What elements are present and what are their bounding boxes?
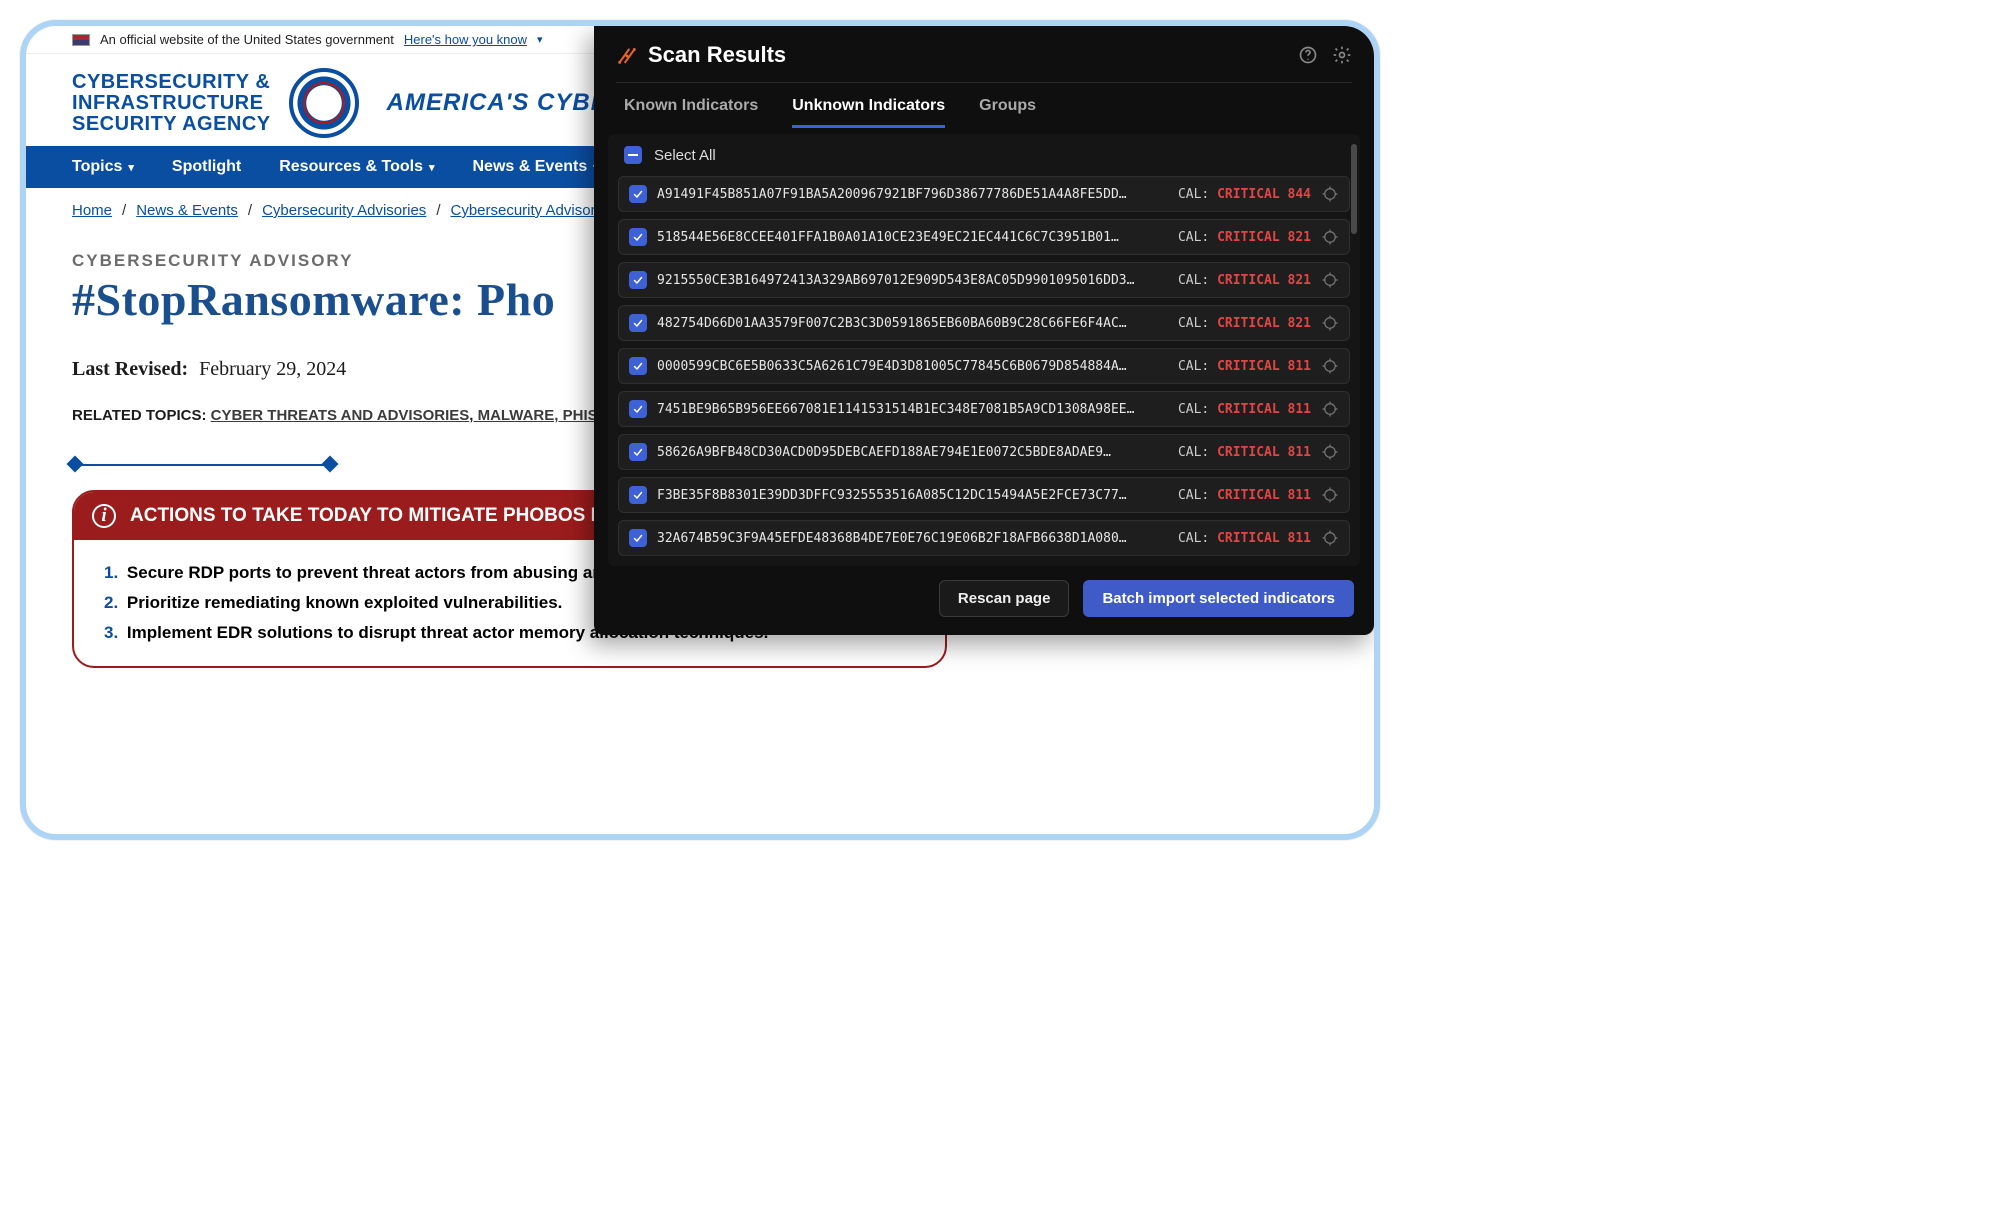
cal-score: CAL: CRITICAL 821 — [1178, 273, 1311, 288]
indicator-row[interactable]: 32A674B59C3F9A45EFDE48368B4DE7E0E76C19E0… — [618, 520, 1350, 556]
indicator-row[interactable]: A91491F45B851A07F91BA5A200967921BF796D38… — [618, 176, 1350, 212]
cal-score: CAL: CRITICAL 811 — [1178, 531, 1311, 546]
indicator-hash: F3BE35F8B8301E39DD3DFFC9325553516A085C12… — [657, 488, 1168, 503]
select-all-label: Select All — [654, 147, 716, 164]
indicator-hash: 0000599CBC6E5B0633C5A6261C79E4D3D81005C7… — [657, 359, 1168, 374]
gov-banner-text: An official website of the United States… — [100, 32, 394, 47]
cal-score: CAL: CRITICAL 844 — [1178, 187, 1311, 202]
crosshair-icon[interactable] — [1321, 443, 1339, 461]
cal-score: CAL: CRITICAL 811 — [1178, 402, 1311, 417]
row-checkbox[interactable] — [629, 271, 647, 289]
row-checkbox[interactable] — [629, 486, 647, 504]
nav-item-spotlight[interactable]: Spotlight — [172, 158, 241, 176]
gear-icon[interactable] — [1332, 45, 1352, 65]
cisa-seal-icon — [289, 68, 359, 138]
indicator-hash: 482754D66D01AA3579F007C2B3C3D0591865EB60… — [657, 316, 1168, 331]
indicator-row[interactable]: F3BE35F8B8301E39DD3DFFC9325553516A085C12… — [618, 477, 1350, 513]
cal-score: CAL: CRITICAL 811 — [1178, 488, 1311, 503]
row-checkbox[interactable] — [629, 185, 647, 203]
indicator-hash: 32A674B59C3F9A45EFDE48368B4DE7E0E76C19E0… — [657, 531, 1168, 546]
row-checkbox[interactable] — [629, 228, 647, 246]
row-checkbox[interactable] — [629, 400, 647, 418]
crosshair-icon[interactable] — [1321, 357, 1339, 375]
us-flag-icon — [72, 34, 90, 46]
scrollbar-thumb[interactable] — [1351, 144, 1357, 234]
row-checkbox[interactable] — [629, 443, 647, 461]
rescan-button[interactable]: Rescan page — [939, 580, 1070, 617]
scan-results-panel: Scan Results Known Indicators Unknown Ind… — [594, 26, 1374, 635]
cal-score: CAL: CRITICAL 811 — [1178, 445, 1311, 460]
crosshair-icon[interactable] — [1321, 486, 1339, 504]
breadcrumb-link[interactable]: Home — [72, 202, 112, 219]
indicator-row[interactable]: 482754D66D01AA3579F007C2B3C3D0591865EB60… — [618, 305, 1350, 341]
app-logo-icon — [616, 44, 638, 66]
indicator-row[interactable]: 0000599CBC6E5B0633C5A6261C79E4D3D81005C7… — [618, 348, 1350, 384]
cal-score: CAL: CRITICAL 821 — [1178, 316, 1311, 331]
indicator-row[interactable]: 58626A9BFB48CD30ACD0D95DEBCAEFD188AE794E… — [618, 434, 1350, 470]
tab-groups[interactable]: Groups — [979, 97, 1036, 128]
cal-score: CAL: CRITICAL 821 — [1178, 230, 1311, 245]
cal-score: CAL: CRITICAL 811 — [1178, 359, 1311, 374]
info-icon: i — [92, 504, 116, 528]
indicator-row[interactable]: 9215550CE3B164972413A329AB697012E909D543… — [618, 262, 1350, 298]
revised-value: February 29, 2024 — [199, 358, 346, 380]
indicator-row[interactable]: 7451BE9B65B956EE667081E1141531514B1EC348… — [618, 391, 1350, 427]
nav-item-resources-tools[interactable]: Resources & Tools▾ — [279, 158, 434, 176]
agency-name: CYBERSECURITY & INFRASTRUCTURE SECURITY … — [72, 72, 271, 135]
breadcrumb-link[interactable]: News & Events — [136, 202, 238, 219]
crosshair-icon[interactable] — [1321, 228, 1339, 246]
tab-known-indicators[interactable]: Known Indicators — [624, 97, 758, 128]
crosshair-icon[interactable] — [1321, 314, 1339, 332]
row-checkbox[interactable] — [629, 314, 647, 332]
indicator-hash: 9215550CE3B164972413A329AB697012E909D543… — [657, 273, 1168, 288]
chevron-down-icon: ▾ — [128, 161, 134, 174]
select-all-checkbox[interactable] — [624, 146, 642, 164]
indicator-hash: 58626A9BFB48CD30ACD0D95DEBCAEFD188AE794E… — [657, 445, 1168, 460]
batch-import-button[interactable]: Batch import selected indicators — [1083, 580, 1354, 617]
indicator-hash: 7451BE9B65B956EE667081E1141531514B1EC348… — [657, 402, 1168, 417]
row-checkbox[interactable] — [629, 529, 647, 547]
crosshair-icon[interactable] — [1321, 271, 1339, 289]
related-topic-link[interactable]: CYBER THREATS AND ADVISORIES — [211, 407, 470, 424]
tab-unknown-indicators[interactable]: Unknown Indicators — [792, 97, 945, 128]
breadcrumb-link[interactable]: Cybersecurity Advisories — [262, 202, 426, 219]
indicator-row[interactable]: 518544E56E8CCEE401FFA1B0A01A10CE23E49EC2… — [618, 219, 1350, 255]
help-icon[interactable] — [1298, 45, 1318, 65]
crosshair-icon[interactable] — [1321, 400, 1339, 418]
row-checkbox[interactable] — [629, 357, 647, 375]
select-all-row[interactable]: Select All — [608, 134, 1360, 176]
gov-banner-link[interactable]: Here's how you know — [404, 32, 527, 47]
tabs: Known Indicators Unknown Indicators Groups — [594, 83, 1374, 128]
related-label: RELATED TOPICS: — [72, 407, 206, 424]
revised-label: Last Revised: — [72, 358, 188, 380]
chevron-down-icon: ▾ — [537, 33, 543, 46]
crosshair-icon[interactable] — [1321, 185, 1339, 203]
breadcrumb-link[interactable]: Cybersecurity Advisory — [450, 202, 603, 219]
nav-item-topics[interactable]: Topics▾ — [72, 158, 134, 176]
panel-title: Scan Results — [648, 42, 786, 68]
indicator-hash: 518544E56E8CCEE401FFA1B0A01A10CE23E49EC2… — [657, 230, 1168, 245]
chevron-down-icon: ▾ — [429, 161, 435, 174]
indicator-hash: A91491F45B851A07F91BA5A200967921BF796D38… — [657, 187, 1168, 202]
crosshair-icon[interactable] — [1321, 529, 1339, 547]
nav-item-news-events[interactable]: News & Events▾ — [473, 158, 599, 176]
